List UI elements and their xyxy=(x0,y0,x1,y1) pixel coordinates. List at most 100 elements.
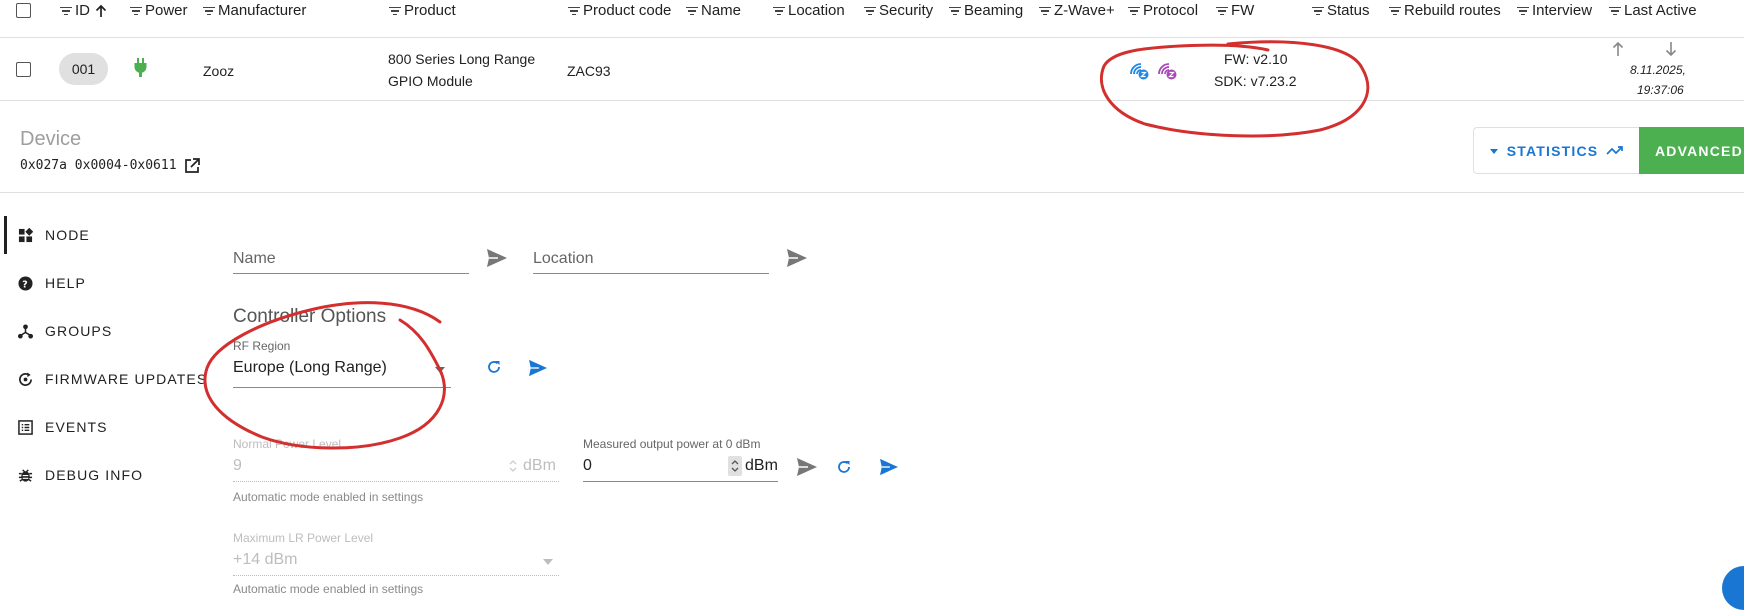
divider xyxy=(0,192,1744,193)
select-all-checkbox[interactable] xyxy=(16,3,31,18)
send-icon[interactable] xyxy=(796,457,818,477)
trending-icon xyxy=(1606,145,1624,155)
advanced-button[interactable]: ADVANCED xyxy=(1639,127,1744,174)
column-header-id[interactable]: ID xyxy=(60,2,109,19)
filter-icon[interactable] xyxy=(1216,6,1228,16)
measured-power-value: 0 xyxy=(583,457,592,474)
column-header-label: Power xyxy=(145,2,188,19)
column-header-label: Location xyxy=(788,2,845,19)
column-header-rebuild-routes[interactable]: Rebuild routes xyxy=(1389,2,1501,19)
max-lr-power-select: +14 dBm xyxy=(233,548,559,576)
normal-power-value: 9 xyxy=(233,457,242,474)
product-cell-line1: 800 Series Long Range xyxy=(388,51,536,67)
filter-icon[interactable] xyxy=(1517,6,1529,16)
floating-action-button[interactable] xyxy=(1722,566,1744,610)
rf-region-label: RF Region xyxy=(233,339,291,353)
filter-icon[interactable] xyxy=(1609,6,1621,16)
dropdown-arrow-icon xyxy=(435,367,445,373)
firmware-version: FW: v2.10 xyxy=(1224,51,1288,67)
column-header-security[interactable]: Security xyxy=(864,2,933,19)
spinner-icon[interactable] xyxy=(728,456,742,476)
column-header-label: Beaming xyxy=(964,2,1024,19)
column-header-status[interactable]: Status xyxy=(1312,2,1370,19)
column-header-label: Security xyxy=(879,2,934,19)
send-icon[interactable] xyxy=(486,248,508,268)
column-header-label: Status xyxy=(1327,2,1370,19)
filter-icon[interactable] xyxy=(773,6,785,16)
sidebar-item-label: EVENTS xyxy=(45,419,108,435)
manufacturer-cell: Zooz xyxy=(203,63,235,79)
sidebar-item-groups[interactable]: GROUPS xyxy=(18,323,112,339)
send-icon[interactable] xyxy=(879,458,899,476)
last-active-date: 8.11.2025, xyxy=(1630,63,1686,77)
power-plug-icon xyxy=(134,58,147,77)
filter-icon[interactable] xyxy=(130,6,142,16)
open-in-new-icon[interactable] xyxy=(183,157,201,175)
column-header-zwave-plus[interactable]: Z-Wave+ xyxy=(1039,2,1115,19)
column-header-protocol[interactable]: Protocol xyxy=(1128,2,1198,19)
sidebar-item-label: GROUPS xyxy=(45,323,113,339)
filter-icon[interactable] xyxy=(864,6,876,16)
name-input[interactable]: Name xyxy=(233,248,469,274)
column-header-power[interactable]: Power xyxy=(130,2,188,19)
table-row[interactable]: 001 Zooz 800 Series Long Range GPIO Modu… xyxy=(0,39,1744,101)
filter-icon[interactable] xyxy=(1039,6,1051,16)
filter-icon[interactable] xyxy=(949,6,961,16)
statistics-button[interactable]: STATISTICS xyxy=(1473,127,1639,174)
column-header-manufacturer[interactable]: Manufacturer xyxy=(203,2,306,19)
row-checkbox[interactable] xyxy=(16,62,31,77)
sidebar-item-node[interactable]: NODE xyxy=(18,227,90,243)
sidebar-item-label: HELP xyxy=(45,275,86,291)
send-icon[interactable] xyxy=(528,359,548,377)
column-header-interview[interactable]: Interview xyxy=(1517,2,1592,19)
column-header-label: Protocol xyxy=(1143,2,1199,19)
column-header-fw[interactable]: FW xyxy=(1216,2,1254,19)
refresh-icon[interactable] xyxy=(486,359,502,375)
name-input-placeholder: Name xyxy=(233,250,276,267)
sort-ascending-icon[interactable] xyxy=(93,3,109,19)
measured-power-input[interactable]: 0 dBm xyxy=(583,454,778,482)
column-header-product[interactable]: Product xyxy=(389,2,456,19)
controller-options-title: Controller Options xyxy=(233,306,387,327)
groups-icon xyxy=(18,323,33,339)
help-icon: ? xyxy=(18,275,33,291)
column-header-location[interactable]: Location xyxy=(773,2,845,19)
sidebar-item-firmware-updates[interactable]: FIRMWARE UPDATES xyxy=(18,371,207,387)
list-icon xyxy=(18,419,33,435)
sidebar-item-events[interactable]: EVENTS xyxy=(18,419,108,435)
filter-icon[interactable] xyxy=(60,6,72,16)
filter-icon[interactable] xyxy=(389,6,401,16)
active-tab-indicator xyxy=(4,216,7,254)
rf-region-select[interactable]: Europe (Long Range) xyxy=(233,356,451,388)
filter-icon[interactable] xyxy=(1389,6,1401,16)
column-header-name[interactable]: Name xyxy=(686,2,741,19)
filter-icon[interactable] xyxy=(1128,6,1140,16)
location-input[interactable]: Location xyxy=(533,248,769,274)
column-header-product-code[interactable]: Product code xyxy=(568,2,671,19)
normal-power-unit: dBm xyxy=(523,457,556,474)
filter-icon[interactable] xyxy=(203,6,215,16)
sidebar-item-debug-info[interactable]: DEBUG INFO xyxy=(18,467,143,483)
sidebar-item-label: FIRMWARE UPDATES xyxy=(45,371,208,387)
normal-power-label: Normal Power Level xyxy=(233,437,342,451)
product-cell-line2: GPIO Module xyxy=(388,73,473,89)
send-icon[interactable] xyxy=(786,248,808,268)
sort-down-arrow-icon[interactable] xyxy=(1663,41,1679,57)
auto-mode-hint: Automatic mode enabled in settings xyxy=(233,582,424,596)
column-header-label: FW xyxy=(1231,2,1255,19)
sort-up-arrow-icon[interactable] xyxy=(1610,41,1626,57)
filter-icon[interactable] xyxy=(686,6,698,16)
filter-icon[interactable] xyxy=(568,6,580,16)
bug-icon xyxy=(18,468,33,482)
refresh-icon[interactable] xyxy=(836,459,852,475)
sidebar-item-help[interactable]: ? HELP xyxy=(18,275,86,291)
column-header-label: Rebuild routes xyxy=(1404,2,1501,19)
filter-icon[interactable] xyxy=(1312,6,1324,16)
column-header-last-active[interactable]: Last Active xyxy=(1609,2,1697,19)
column-header-label: Last Active xyxy=(1624,2,1697,19)
advanced-button-label: ADVANCED xyxy=(1655,142,1743,159)
auto-mode-hint: Automatic mode enabled in settings xyxy=(233,490,424,504)
column-header-label: Name xyxy=(701,2,742,19)
node-id-chip[interactable]: 001 xyxy=(59,53,108,85)
column-header-beaming[interactable]: Beaming xyxy=(949,2,1023,19)
